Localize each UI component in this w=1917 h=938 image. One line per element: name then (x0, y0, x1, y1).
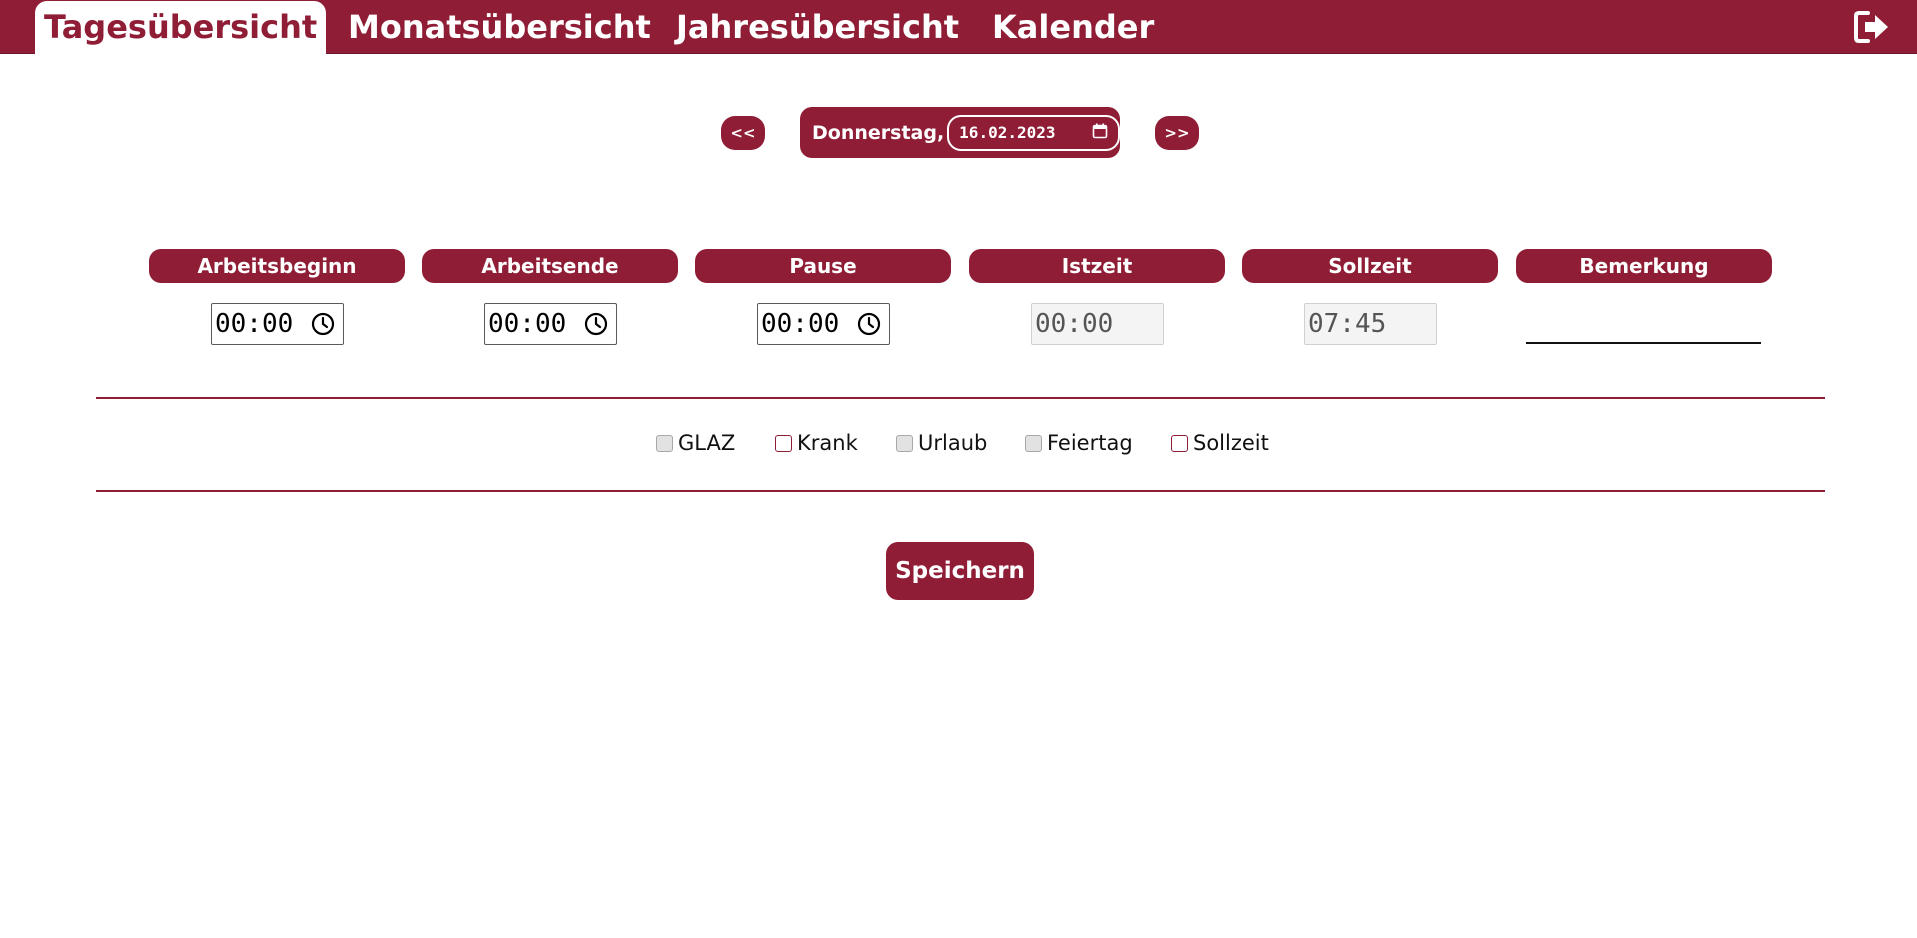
checkbox-feiertag[interactable]: Feiertag (1025, 431, 1133, 455)
header-pause: Pause (695, 249, 951, 283)
date-value: 16.02.2023 (959, 123, 1056, 142)
istzeit-field: 00:00 (1031, 303, 1164, 345)
top-nav-bar: Tagesübersicht Monatsübersicht Jahresübe… (0, 0, 1917, 54)
istzeit-value: 00:00 (1035, 309, 1114, 339)
divider-top (96, 397, 1825, 399)
feiertag-checkbox-box[interactable] (1025, 434, 1042, 452)
calendar-icon[interactable] (1092, 123, 1108, 143)
logout-icon[interactable] (1853, 9, 1891, 45)
urlaub-checkbox-box[interactable] (896, 434, 913, 452)
sollzeit-checkbox-box[interactable] (1171, 434, 1188, 452)
tab-tagesuebersicht[interactable]: Tagesübersicht (35, 1, 327, 54)
header-bemerkung: Bemerkung (1516, 249, 1772, 283)
glaz-label: GLAZ (678, 431, 736, 455)
checkbox-urlaub[interactable]: Urlaub (896, 431, 987, 455)
weekday-label: Donnerstag, (812, 121, 945, 144)
save-button[interactable]: Speichern (886, 542, 1034, 600)
sollzeit-label: Sollzeit (1193, 431, 1269, 455)
tab-jahresuebersicht[interactable]: Jahresübersicht (676, 0, 959, 54)
checkbox-glaz[interactable]: GLAZ (656, 431, 735, 455)
arbeitsbeginn-value: 00:00 (215, 309, 294, 339)
arbeitsende-value: 00:00 (488, 309, 567, 339)
date-selector: Donnerstag, 16.02.2023 (800, 107, 1120, 158)
header-arbeitsbeginn: Arbeitsbeginn (149, 249, 405, 283)
urlaub-label: Urlaub (918, 431, 988, 455)
arbeitsbeginn-input[interactable]: 00:00 (211, 303, 344, 345)
clock-icon[interactable] (583, 311, 609, 337)
divider-bottom (96, 490, 1825, 492)
glaz-checkbox-box[interactable] (656, 434, 673, 452)
header-sollzeit: Sollzeit (1242, 249, 1498, 283)
pause-input[interactable]: 00:00 (757, 303, 890, 345)
arbeitsende-input[interactable]: 00:00 (484, 303, 617, 345)
pause-value: 00:00 (761, 309, 840, 339)
krank-checkbox-box[interactable] (775, 434, 792, 452)
tab-kalender[interactable]: Kalender (992, 0, 1154, 54)
prev-day-button[interactable]: << (721, 116, 765, 150)
next-day-button[interactable]: >> (1155, 116, 1199, 150)
checkbox-krank[interactable]: Krank (775, 431, 858, 455)
clock-icon[interactable] (856, 311, 882, 337)
header-istzeit: Istzeit (969, 249, 1225, 283)
sollzeit-field: 07:45 (1304, 303, 1437, 345)
krank-label: Krank (797, 431, 858, 455)
checkbox-sollzeit[interactable]: Sollzeit (1171, 431, 1269, 455)
sollzeit-value: 07:45 (1308, 309, 1387, 339)
tab-monatsuebersicht[interactable]: Monatsübersicht (348, 0, 651, 54)
date-input[interactable]: 16.02.2023 (947, 114, 1120, 151)
feiertag-label: Feiertag (1047, 431, 1133, 455)
clock-icon[interactable] (310, 311, 336, 337)
header-arbeitsende: Arbeitsende (422, 249, 678, 283)
bemerkung-input[interactable] (1526, 304, 1761, 344)
